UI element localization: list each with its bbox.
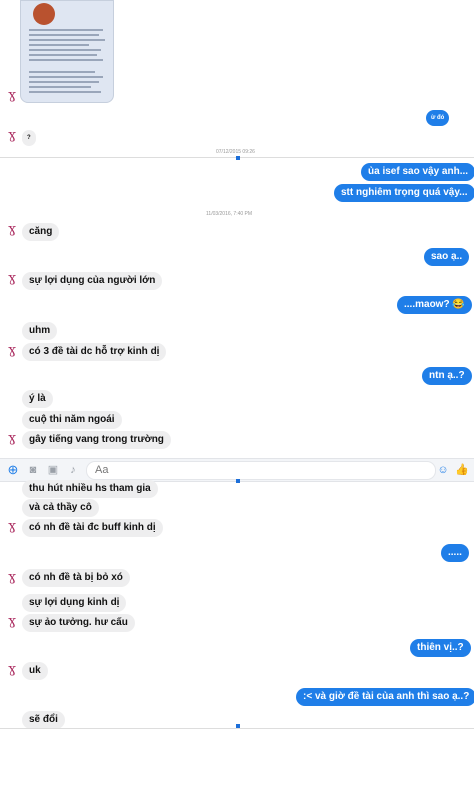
received-message-bubble[interactable]: và cả thầy cô: [22, 499, 99, 517]
sent-message-bubble[interactable]: ....maow? 😂: [397, 296, 472, 314]
received-message-bubble[interactable]: có nh đề tài đc buff kinh dị: [22, 519, 163, 537]
document-text-line: [29, 59, 103, 61]
sent-message-bubble[interactable]: .....: [441, 544, 469, 562]
contact-avatar-icon[interactable]: ɣ: [4, 431, 20, 447]
document-text-line: [29, 86, 91, 88]
document-text-line: [29, 91, 101, 93]
selection-handle: [236, 156, 240, 160]
mic-icon[interactable]: ♪: [66, 463, 80, 477]
received-message-bubble[interactable]: sự ảo tưởng. hư cấu: [22, 614, 135, 632]
received-message-bubble[interactable]: có nh đề tà bị bỏ xó: [22, 569, 130, 587]
contact-avatar-icon[interactable]: ɣ: [4, 271, 20, 287]
conversation-timestamp: 11/03/2016, 7:40 PM: [206, 211, 253, 217]
received-message-bubble[interactable]: thu hút nhiều hs tham gia: [22, 480, 158, 498]
contact-avatar-icon[interactable]: ɣ: [4, 662, 20, 678]
document-text-line: [29, 71, 95, 73]
document-text-line: [29, 54, 97, 56]
sent-message-bubble[interactable]: ừ đó: [426, 110, 450, 126]
document-text-line: [29, 29, 103, 31]
sent-message-bubble[interactable]: stt nghiêm trọng quá vậy...: [334, 184, 474, 202]
received-message-bubble[interactable]: gây tiếng vang trong trường: [22, 431, 171, 449]
contact-avatar-icon[interactable]: ɣ: [4, 614, 20, 630]
message-input-placeholder: Aa: [95, 464, 109, 476]
sent-message-bubble[interactable]: ủa isef sao vậy anh...: [361, 163, 474, 181]
screenshot-divider: [0, 728, 474, 729]
received-message-bubble[interactable]: sẽ đổi: [22, 711, 65, 729]
contact-avatar-icon[interactable]: ɣ: [4, 570, 20, 586]
received-message-bubble[interactable]: sự lợi dụng kinh dị: [22, 594, 127, 612]
received-message-bubble[interactable]: có 3 đề tài dc hỗ trợ kinh dị: [22, 343, 167, 361]
received-message-bubble[interactable]: uk: [22, 662, 48, 680]
image-icon[interactable]: ▣: [46, 463, 60, 477]
received-message-bubble[interactable]: ý là: [22, 390, 53, 408]
like-icon[interactable]: 👍: [455, 463, 469, 477]
sent-message-bubble[interactable]: thiên vị..?: [410, 639, 471, 657]
received-message-bubble[interactable]: uhm: [22, 322, 58, 340]
sent-message-bubble[interactable]: sao ạ..: [424, 248, 470, 266]
plus-icon[interactable]: ⊕: [6, 463, 20, 477]
contact-avatar-icon[interactable]: ɣ: [4, 519, 20, 535]
document-text-line: [29, 81, 99, 83]
document-text-line: [29, 44, 89, 46]
sent-message-bubble[interactable]: :< và giờ đề tài của anh thì sao ạ..?: [296, 688, 474, 706]
selection-handle: [236, 479, 240, 483]
document-thumbnail-photo: [33, 3, 55, 25]
document-text-line: [29, 76, 103, 78]
contact-avatar-icon[interactable]: ɣ: [4, 343, 20, 359]
contact-avatar-icon[interactable]: ɣ: [4, 222, 20, 238]
document-image-attachment[interactable]: [20, 0, 114, 103]
received-message-bubble[interactable]: ?: [22, 130, 36, 146]
message-input[interactable]: Aa: [86, 461, 436, 480]
contact-avatar-icon[interactable]: ɣ: [4, 88, 20, 104]
contact-avatar-icon[interactable]: ɣ: [4, 128, 20, 144]
document-text-line: [29, 49, 101, 51]
emoji-icon[interactable]: ☺: [436, 463, 450, 477]
document-text-line: [29, 39, 105, 41]
document-text-line: [29, 34, 99, 36]
sent-message-bubble[interactable]: ntn ạ..?: [422, 367, 472, 385]
received-message-bubble[interactable]: sự lợi dụng của người lớn: [22, 272, 163, 290]
received-message-bubble[interactable]: căng: [22, 223, 60, 241]
camera-icon[interactable]: ◙: [26, 463, 40, 477]
messenger-screenshot: ɣ ɣ ɣ ɣ ɣ ɣ ɣ ɣ ɣ ɣ 07/12/2015 09:26 11/…: [0, 0, 474, 805]
conversation-timestamp: 07/12/2015 09:26: [216, 149, 255, 155]
received-message-bubble[interactable]: cuộ thi năm ngoái: [22, 411, 122, 429]
